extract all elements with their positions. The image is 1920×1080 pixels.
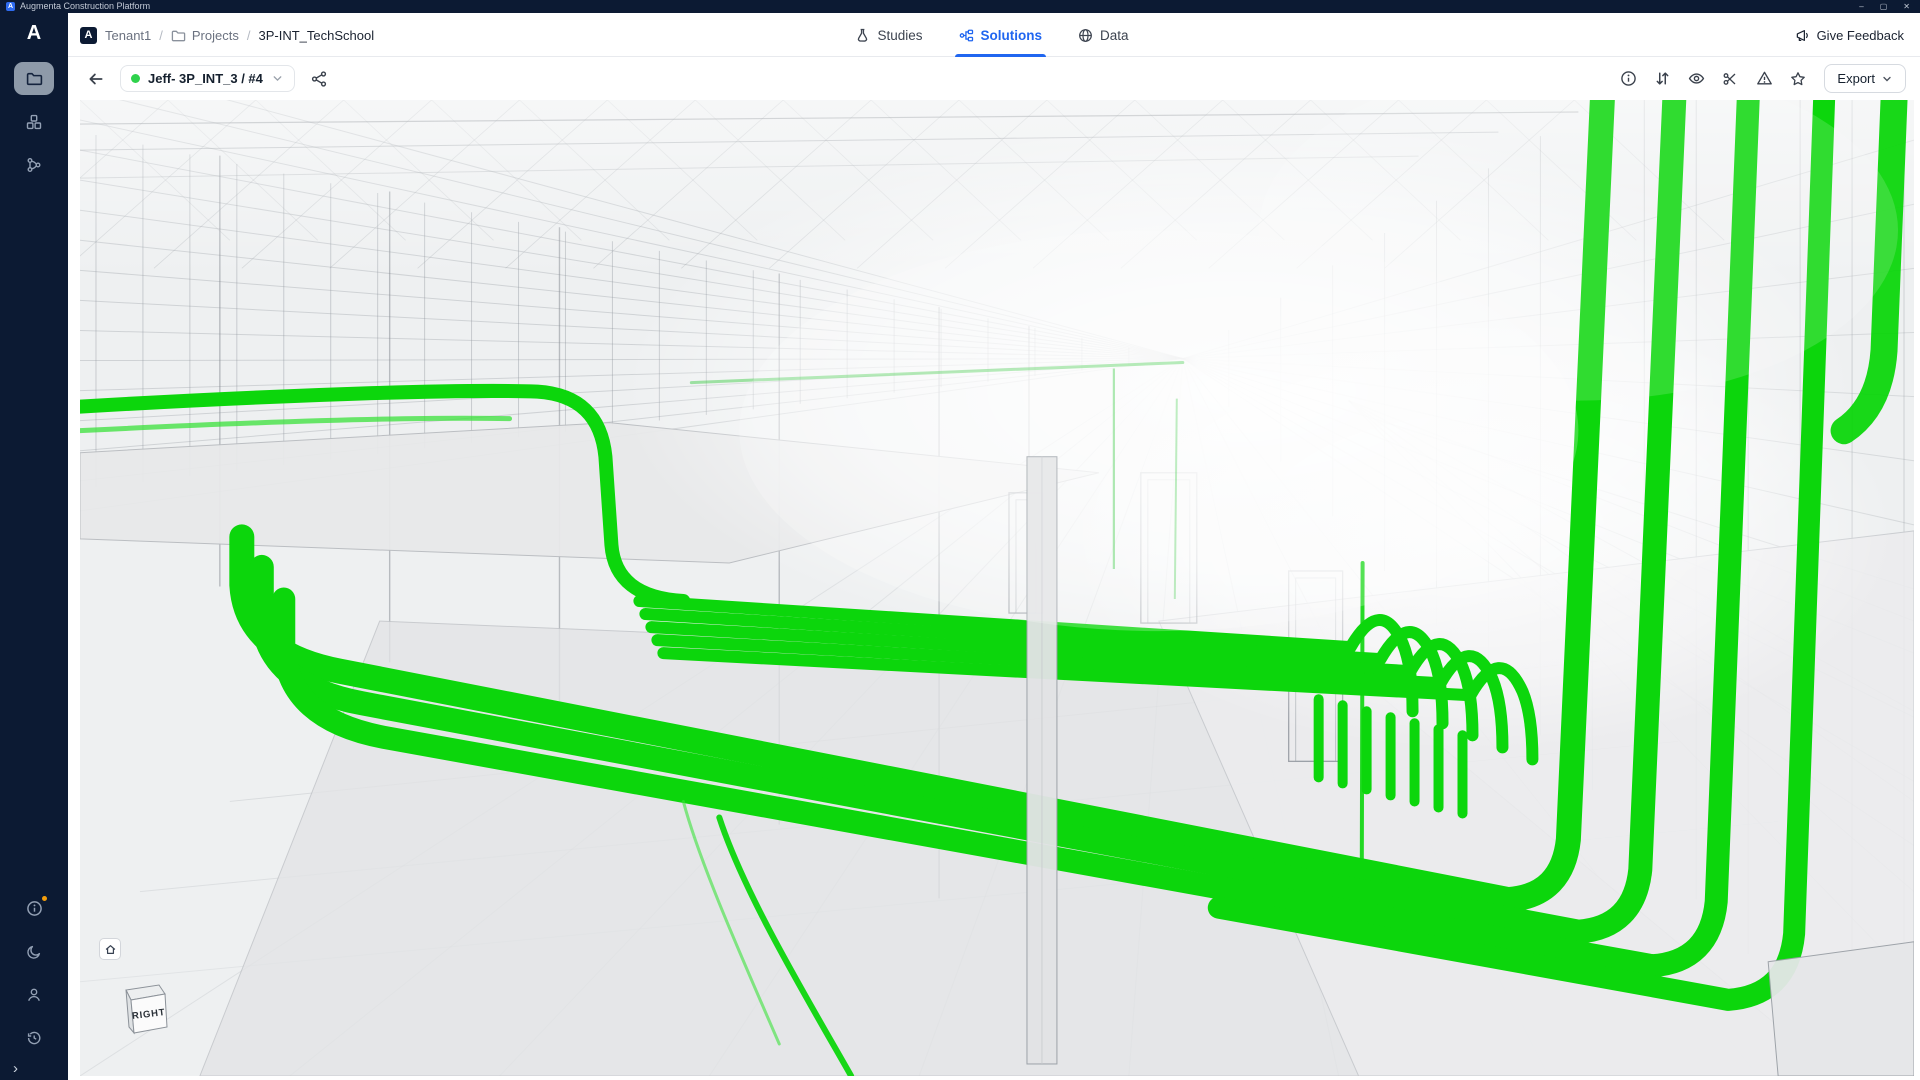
sidebar-item-projects[interactable] xyxy=(14,62,54,95)
export-label: Export xyxy=(1837,71,1875,86)
breadcrumb: A Tenant1 / Projects / 3P-INT_TechSchool xyxy=(80,27,855,44)
close-button[interactable]: ✕ xyxy=(1903,3,1910,11)
warning-button[interactable] xyxy=(1748,64,1780,94)
tab-solutions-label: Solutions xyxy=(981,28,1043,43)
home-view-button[interactable] xyxy=(99,938,121,960)
solution-selector[interactable]: Jeff- 3P_INT_3 / #4 xyxy=(120,65,295,92)
breadcrumb-projects[interactable]: Projects xyxy=(171,28,239,43)
eye-button[interactable] xyxy=(1680,64,1712,94)
notification-dot xyxy=(42,896,47,901)
window-titlebar: A Augmenta Construction Platform – ▢ ✕ xyxy=(0,0,1920,13)
boxes-icon xyxy=(26,114,42,130)
back-button[interactable] xyxy=(80,64,112,94)
solution-toolbar: Jeff- 3P_INT_3 / #4 xyxy=(68,57,1920,100)
chevron-down-icon xyxy=(271,72,284,85)
sidebar-item-history[interactable] xyxy=(14,1021,54,1054)
sidebar-item-models[interactable] xyxy=(14,105,54,138)
app-icon: A xyxy=(6,2,15,11)
sidebar: A xyxy=(0,13,68,1080)
solutions-icon xyxy=(959,28,974,43)
breadcrumb-projects-label: Projects xyxy=(192,28,239,43)
studies-icon xyxy=(855,28,870,43)
export-button[interactable]: Export xyxy=(1824,64,1906,93)
give-feedback-button[interactable]: Give Feedback xyxy=(1795,28,1904,43)
window-title: Augmenta Construction Platform xyxy=(20,2,150,11)
solution-name: Jeff- 3P_INT_3 / #4 xyxy=(148,71,263,86)
tab-data[interactable]: Data xyxy=(1078,13,1129,57)
viewport-3d[interactable]: RIGHT xyxy=(80,100,1914,1076)
breadcrumb-current-project: 3P-INT_TechSchool xyxy=(258,28,374,43)
scene-canvas xyxy=(80,100,1914,1076)
workflow-icon xyxy=(26,157,42,173)
sidebar-item-workflows[interactable] xyxy=(14,148,54,181)
give-feedback-label: Give Feedback xyxy=(1817,28,1904,43)
tab-data-label: Data xyxy=(1100,28,1129,43)
folder-icon xyxy=(171,28,186,43)
info-button[interactable] xyxy=(1612,64,1644,94)
tab-studies[interactable]: Studies xyxy=(855,13,922,57)
star-button[interactable] xyxy=(1782,64,1814,94)
tab-studies-label: Studies xyxy=(877,28,922,43)
view-cube[interactable]: RIGHT xyxy=(118,978,176,1040)
sidebar-expand-button[interactable]: › xyxy=(11,1059,20,1078)
breadcrumb-tenant[interactable]: Tenant1 xyxy=(105,28,151,43)
sidebar-item-notifications[interactable] xyxy=(14,892,54,925)
minimize-button[interactable]: – xyxy=(1859,3,1863,11)
globe-icon xyxy=(1078,28,1093,43)
breadcrumb-separator: / xyxy=(247,28,251,43)
breadcrumb-separator: / xyxy=(159,28,163,43)
top-header: A Tenant1 / Projects / 3P-INT_TechSchool xyxy=(68,13,1920,57)
info-circle-icon xyxy=(26,900,43,917)
app-logo: A xyxy=(27,22,41,45)
tab-solutions[interactable]: Solutions xyxy=(959,13,1043,57)
toolbar-right-group: Export xyxy=(1612,64,1906,94)
chevron-down-icon xyxy=(1881,73,1893,85)
megaphone-icon xyxy=(1795,28,1810,43)
scissors-button[interactable] xyxy=(1714,64,1746,94)
sidebar-item-account[interactable] xyxy=(14,978,54,1011)
maximize-button[interactable]: ▢ xyxy=(1880,3,1888,11)
folder-icon xyxy=(26,70,43,87)
sidebar-item-theme[interactable] xyxy=(14,935,54,968)
share-button[interactable] xyxy=(303,64,335,94)
sort-arrows-button[interactable] xyxy=(1646,64,1678,94)
user-icon xyxy=(26,987,42,1003)
tenant-logo: A xyxy=(80,27,97,44)
history-clock-icon xyxy=(26,1030,42,1046)
moon-icon xyxy=(26,944,42,960)
main-tabs: Studies Solutions Data xyxy=(855,13,1128,57)
status-dot xyxy=(131,74,140,83)
